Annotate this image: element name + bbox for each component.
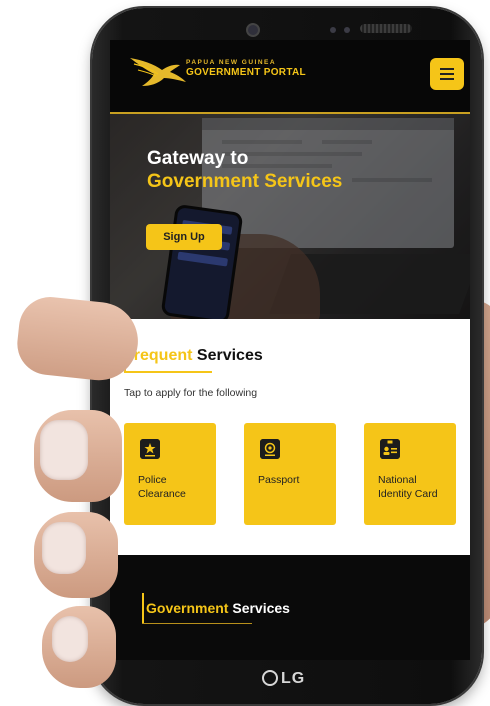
hamburger-menu-icon-bar [440,73,454,75]
frequent-services-subtitle: Tap to apply for the following [124,387,258,399]
frequent-services-title: Frequent Services [124,347,263,365]
device-brand-logo: LG [262,670,305,688]
section-accent-bar [142,593,144,623]
service-card-passport[interactable]: Passport [244,423,336,525]
sign-up-button[interactable]: Sign Up [146,224,222,250]
frequent-services-section: Frequent Services Tap to apply for the f… [110,319,470,555]
service-card-label: National Identity Card [378,474,438,500]
bird-of-paradise-logo-icon[interactable] [128,50,188,90]
fingernail [52,616,88,662]
section-underline [142,623,252,624]
title-rest-word: Services [196,347,263,364]
section-underline [124,371,212,373]
earpiece-speaker [360,24,412,33]
title-accent-word: Government [146,600,229,616]
device-brand-text: LG [281,670,306,687]
hero-title-line1: Gateway to [147,148,249,169]
front-camera [246,23,260,37]
hero-title-line2: Government Services [147,171,343,192]
government-services-section: Government Services [110,555,470,660]
service-card-police-clearance[interactable]: Police Clearance [124,423,216,525]
hero-banner: Gateway to Government Services Sign Up [110,114,470,319]
logo-portal-text: GOVERNMENT PORTAL [186,67,306,78]
fingernail [40,420,88,480]
phone-screen: PAPUA NEW GUINEA GOVERNMENT PORTAL Gatew… [110,40,470,660]
title-rest-word: Services [232,600,290,616]
service-card-label: Police Clearance [138,474,186,500]
lg-logo-icon [262,670,278,686]
service-card-national-identity-card[interactable]: National Identity Card [364,423,456,525]
sensor-dot [330,27,336,33]
logo-country-text: PAPUA NEW GUINEA [186,59,277,66]
passport-icon [260,439,280,459]
fingernail [42,522,86,574]
police-badge-icon [140,439,160,459]
sensor-dot [344,27,350,33]
id-card-icon [380,439,400,459]
hamburger-menu-icon-bar [440,78,454,80]
service-card-label: Passport [258,474,300,486]
government-services-title: Government Services [146,600,290,616]
site-header: PAPUA NEW GUINEA GOVERNMENT PORTAL [110,40,470,112]
hamburger-menu-button[interactable] [430,58,464,90]
hero-overlay [110,114,470,319]
hamburger-menu-icon [440,68,454,70]
